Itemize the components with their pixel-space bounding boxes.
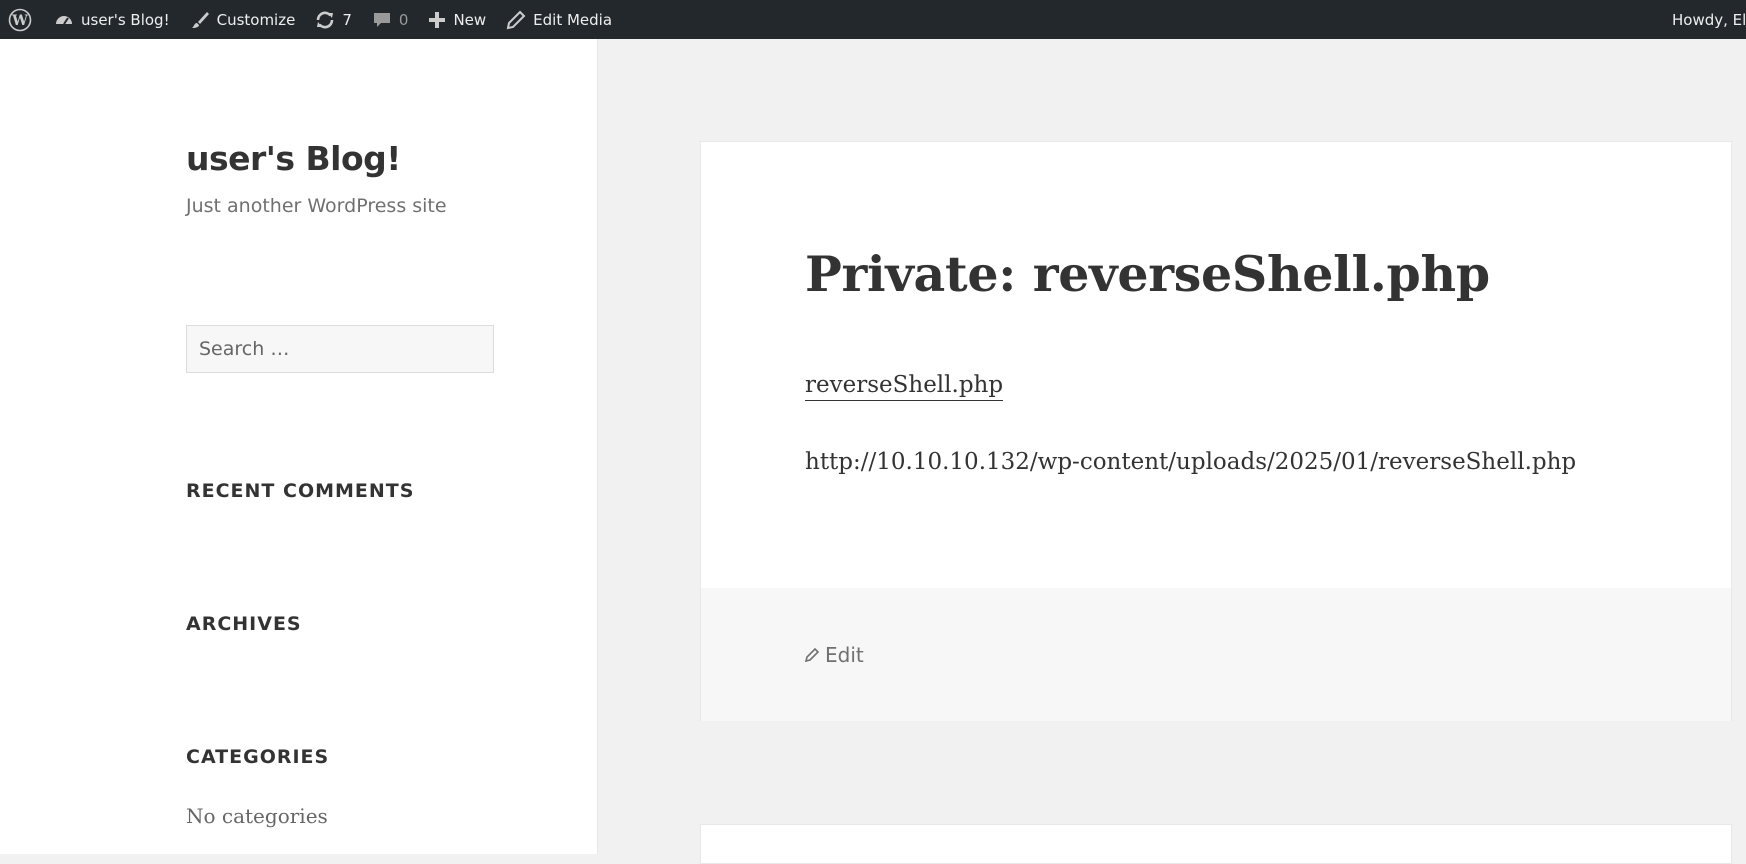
next-post-card xyxy=(700,824,1732,864)
my-account-menu[interactable]: Howdy, El xyxy=(1664,0,1746,39)
comments-count: 0 xyxy=(398,10,409,29)
categories-heading: CATEGORIES xyxy=(186,746,330,768)
site-name-label: user's Blog! xyxy=(81,10,170,29)
wordpress-logo-menu[interactable]: W xyxy=(0,0,44,39)
howdy-label: Howdy, El xyxy=(1672,10,1746,29)
attachment-url-text: http://10.10.10.132/wp-content/uploads/2… xyxy=(805,449,1577,475)
pencil-icon xyxy=(804,643,825,667)
paintbrush-icon xyxy=(190,10,210,30)
new-label: New xyxy=(453,10,487,29)
recent-comments-heading: RECENT COMMENTS xyxy=(186,480,415,502)
sidebar: user's Blog! Just another WordPress site… xyxy=(0,39,598,854)
edit-label: Edit xyxy=(825,643,864,667)
comment-bubble-icon xyxy=(372,10,392,30)
search-input[interactable] xyxy=(186,325,494,373)
svg-text:W: W xyxy=(11,13,28,29)
archives-heading: ARCHIVES xyxy=(186,613,302,635)
post-card: Private: reverseShell.php reverseShell.p… xyxy=(700,141,1732,721)
dashboard-icon xyxy=(54,10,74,30)
site-title[interactable]: user's Blog! xyxy=(186,139,401,178)
customize-link[interactable]: Customize xyxy=(180,0,306,39)
post-footer: Edit xyxy=(701,588,1731,721)
site-name-menu[interactable]: user's Blog! xyxy=(44,0,180,39)
attachment-link[interactable]: reverseShell.php xyxy=(805,371,1004,401)
edit-post-link[interactable]: Edit xyxy=(804,643,864,667)
edit-media-link[interactable]: Edit Media xyxy=(496,0,622,39)
pencil-icon xyxy=(506,10,526,30)
no-categories-text: No categories xyxy=(186,804,328,828)
updates-icon xyxy=(315,10,335,30)
site-description: Just another WordPress site xyxy=(186,195,447,217)
edit-media-label: Edit Media xyxy=(533,10,613,29)
customize-label: Customize xyxy=(216,10,296,29)
plus-icon xyxy=(428,11,446,29)
new-content-menu[interactable]: New xyxy=(418,0,496,39)
comments-link[interactable]: 0 xyxy=(362,0,419,39)
updates-link[interactable]: 7 xyxy=(305,0,362,39)
post-title: Private: reverseShell.php xyxy=(805,245,1490,303)
admin-bar: W user's Blog! Customize 7 0 New Edit Me… xyxy=(0,0,1746,39)
updates-count: 7 xyxy=(342,10,352,29)
wordpress-icon: W xyxy=(8,8,32,32)
